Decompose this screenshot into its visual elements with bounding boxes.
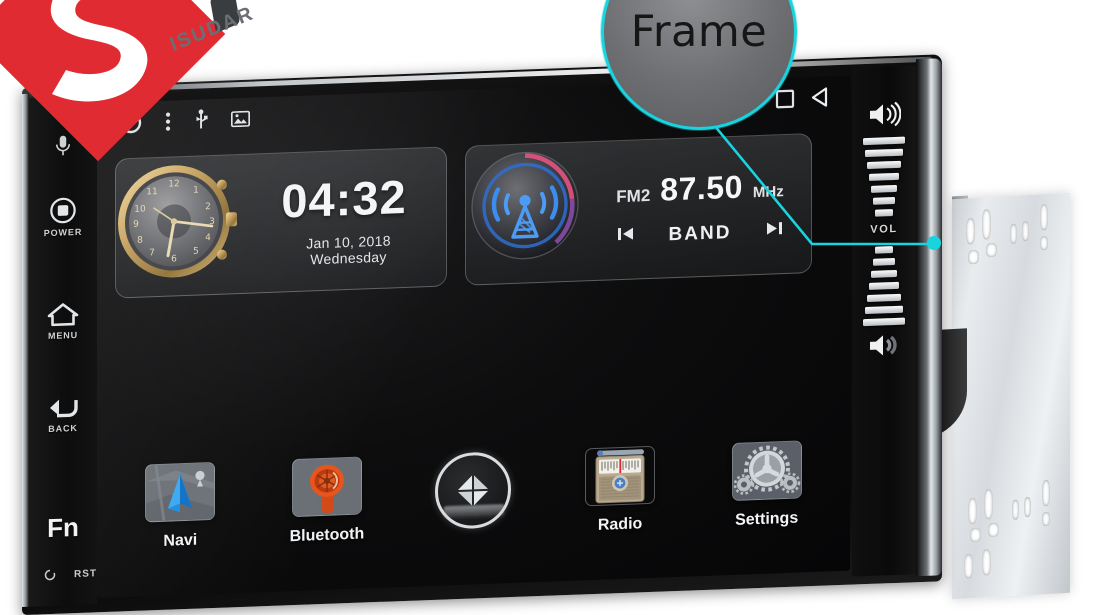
volume-up-button[interactable] bbox=[867, 100, 902, 134]
svg-text:10: 10 bbox=[134, 204, 146, 214]
radio-frequency: 87.50 bbox=[660, 168, 743, 208]
power-label: POWER bbox=[43, 226, 83, 239]
power-button[interactable]: POWER bbox=[29, 195, 97, 238]
svg-text:6: 6 bbox=[171, 254, 177, 264]
volume-panel: VOL bbox=[852, 65, 916, 577]
touchscreen[interactable]: 4:32 bbox=[97, 75, 850, 599]
reset-button[interactable]: RST bbox=[29, 567, 97, 581]
skip-previous-icon[interactable] bbox=[617, 226, 635, 248]
vintage-radio-icon bbox=[585, 445, 656, 507]
skip-next-icon[interactable] bbox=[765, 220, 783, 242]
app-drawer[interactable] bbox=[414, 450, 532, 541]
volume-down-icon bbox=[870, 335, 897, 356]
app-label bbox=[414, 537, 532, 541]
fn-button[interactable]: Fn bbox=[29, 511, 97, 544]
svg-text:12: 12 bbox=[168, 179, 179, 189]
app-label: Radio bbox=[597, 515, 643, 534]
analog-watch-icon: 1212 345 678 91011 bbox=[118, 165, 237, 278]
app-dock: Navi Bluetooth Radio Settings bbox=[107, 435, 840, 596]
chassis-left-edge bbox=[22, 93, 29, 607]
image-icon[interactable] bbox=[230, 110, 251, 132]
app-radio[interactable]: Radio bbox=[443, 445, 679, 536]
volume-label: VOL bbox=[870, 222, 898, 236]
clock-weekday: Wednesday bbox=[310, 248, 387, 267]
callout-label: Frame bbox=[630, 7, 768, 57]
menu-home-button[interactable]: MENU bbox=[29, 300, 97, 341]
svg-text:4: 4 bbox=[205, 233, 211, 243]
svg-text:1: 1 bbox=[193, 186, 199, 196]
navigation-arrow-icon bbox=[145, 461, 216, 523]
menu-label: MENU bbox=[47, 329, 79, 342]
digital-clock: 04:32 bbox=[281, 169, 407, 227]
app-label: Bluetooth bbox=[289, 525, 365, 546]
home-widgets-row: 12 1 2 345 678 9 10 11 04:32 Jan 10, 201… bbox=[115, 132, 834, 299]
back-button[interactable]: BACK bbox=[29, 395, 97, 434]
volume-down-button[interactable] bbox=[867, 331, 901, 365]
chassis-right-edge bbox=[916, 58, 942, 577]
reset-label: RST bbox=[74, 567, 97, 580]
product-photo-scene: POWER MENU BACK Fn RST VOL 12 1 2 3 4 5 … bbox=[0, 0, 1100, 615]
power-icon bbox=[50, 197, 76, 224]
back-label: BACK bbox=[48, 422, 78, 435]
radio-tower-icon bbox=[471, 151, 579, 260]
radio-widget[interactable]: FM2 87.50 MHz BAND bbox=[465, 133, 812, 286]
bluetooth-device-icon bbox=[291, 456, 362, 518]
radio-band: FM2 bbox=[616, 185, 651, 206]
radio-controls: BAND bbox=[594, 219, 806, 249]
volume-down-ladder bbox=[863, 246, 905, 327]
app-bluetooth[interactable]: Bluetooth bbox=[268, 456, 504, 547]
volume-up-icon bbox=[870, 101, 902, 127]
back-triangle-icon[interactable] bbox=[810, 86, 830, 113]
svg-text:5: 5 bbox=[193, 247, 199, 257]
band-button[interactable]: BAND bbox=[669, 221, 732, 245]
app-label: Settings bbox=[735, 509, 799, 529]
app-label: Navi bbox=[163, 531, 198, 550]
app-settings[interactable]: Settings bbox=[443, 440, 826, 531]
gears-icon bbox=[731, 440, 802, 501]
svg-text:7: 7 bbox=[149, 248, 155, 258]
mounting-bracket bbox=[952, 192, 1070, 600]
usb-icon[interactable] bbox=[193, 108, 209, 138]
volume-up-ladder bbox=[863, 136, 905, 218]
left-hardkey-panel: POWER MENU BACK Fn RST bbox=[29, 95, 97, 607]
svg-text:11: 11 bbox=[146, 187, 157, 197]
clock-date-line: Jan 10, 2018 Wednesday bbox=[254, 230, 434, 269]
brand-s-glyph bbox=[50, 0, 148, 102]
recents-square-icon[interactable] bbox=[775, 88, 795, 114]
back-arrow-icon bbox=[50, 399, 78, 418]
svg-text:2: 2 bbox=[205, 202, 211, 212]
car-stereo-head-unit: POWER MENU BACK Fn RST VOL 12 1 2 3 4 5 … bbox=[22, 54, 942, 615]
fn-label: Fn bbox=[47, 511, 79, 544]
home-icon bbox=[47, 303, 79, 327]
svg-text:9: 9 bbox=[133, 220, 139, 230]
radio-frequency-display: FM2 87.50 MHz bbox=[594, 166, 806, 211]
app-navi[interactable]: Navi bbox=[121, 461, 504, 552]
clock-widget[interactable]: 12 1 2 345 678 9 10 11 04:32 Jan 10, 201… bbox=[115, 146, 447, 299]
radio-unit: MHz bbox=[752, 182, 784, 201]
reset-circle-icon bbox=[44, 569, 55, 581]
svg-text:8: 8 bbox=[137, 236, 143, 246]
